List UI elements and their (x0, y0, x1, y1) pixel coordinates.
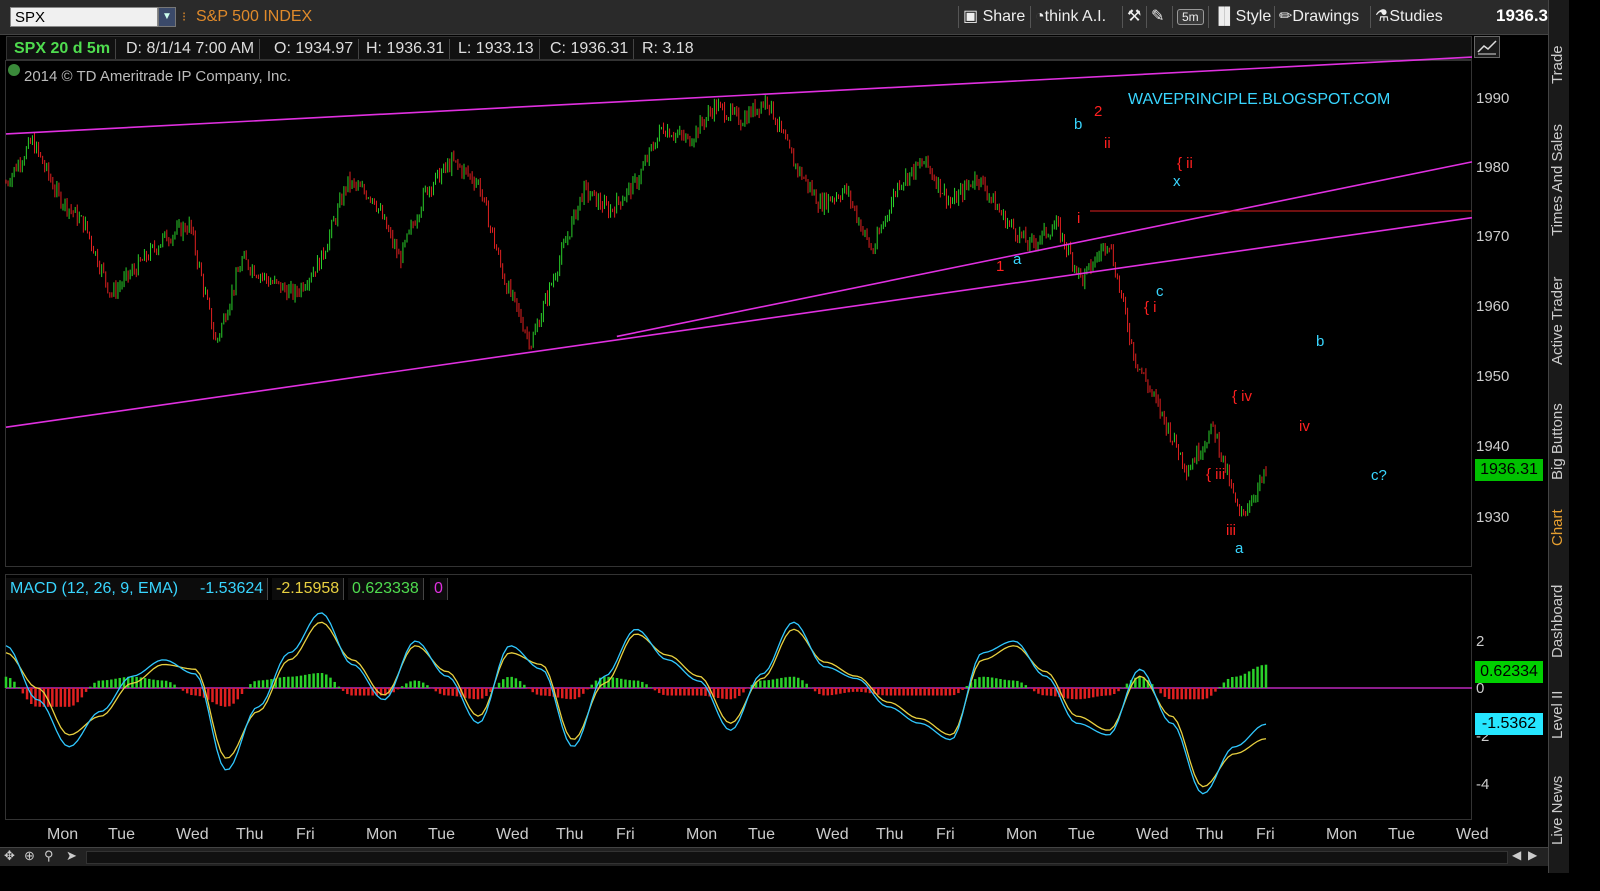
date-tick-10: Mon (686, 826, 718, 843)
bottom-scroll-bar: ✥ ⊕ ⚲ ➤ ◀ ▶ (0, 847, 1548, 866)
date-tick-11: Tue (748, 826, 775, 843)
trendline-2 (616, 161, 1473, 338)
date-tick-19: Fri (1256, 826, 1275, 843)
date-tick-22: Wed (1456, 826, 1489, 843)
wave-label-i-small: i (1077, 210, 1081, 227)
scroll-left-icon[interactable]: ◀ (1512, 848, 1521, 862)
price-tick: 1950 (1476, 368, 1510, 385)
macd-diff-box: 0.62334 (1475, 661, 1543, 683)
date-tick-0: Mon (47, 826, 79, 843)
wave-label-c1: c (1156, 283, 1164, 300)
wave-label-i-brace: { i (1144, 299, 1157, 316)
horizontal-scrollbar[interactable] (86, 851, 1508, 864)
current-price-label: 1936.31 (1475, 459, 1543, 481)
wave-label-b1: b (1074, 116, 1083, 133)
wave-label-1: 1 (996, 258, 1005, 275)
zoom-in-icon[interactable]: ⊕ (24, 848, 35, 864)
date-tick-16: Tue (1068, 826, 1095, 843)
price-tick: 1940 (1476, 438, 1510, 455)
macd-value-box: -1.5362 (1475, 713, 1543, 735)
date-tick-21: Tue (1388, 826, 1415, 843)
price-tick: 1930 (1476, 509, 1510, 526)
tab-big-buttons[interactable]: Big Buttons (1549, 392, 1569, 492)
price-tick: 1980 (1476, 159, 1510, 176)
macd-tick: 2 (1476, 633, 1485, 650)
macd-avg-line (5, 621, 1267, 788)
chart-canvas (4, 56, 1473, 795)
cursor-icon[interactable]: ➤ (66, 848, 77, 864)
macd-histogram (4, 664, 1268, 707)
macd-diff-value: 0.623338 (348, 578, 424, 600)
date-tick-13: Thu (876, 826, 904, 843)
tab-trade[interactable]: Trade (1549, 30, 1569, 100)
date-tick-18: Thu (1196, 826, 1224, 843)
date-tick-1: Tue (108, 826, 135, 843)
tab-active-trader[interactable]: Active Trader (1549, 262, 1569, 380)
wave-label-ii-brace: { ii (1177, 155, 1193, 172)
date-tick-3: Thu (236, 826, 264, 843)
wave-label-2: 2 (1094, 103, 1103, 120)
date-tick-9: Fri (616, 826, 635, 843)
wave-label-a1: a (1013, 251, 1022, 268)
macd-zero-value: 0 (430, 578, 448, 600)
wave-label-iv-brace: { iv (1232, 388, 1253, 405)
wave-label-b2: b (1316, 333, 1325, 350)
wave-label-x: x (1173, 173, 1181, 190)
date-tick-12: Wed (816, 826, 849, 843)
macd-line (5, 612, 1267, 795)
date-tick-14: Fri (936, 826, 955, 843)
macd-tick: -4 (1476, 776, 1490, 793)
wave-label-iii-brace: { iii (1206, 466, 1226, 483)
macd-avg-value: -2.15958 (272, 578, 345, 600)
date-tick-4: Fri (296, 826, 315, 843)
date-tick-20: Mon (1326, 826, 1358, 843)
macd-value: -1.53624 (196, 578, 269, 600)
date-tick-17: Wed (1136, 826, 1169, 843)
scroll-right-icon[interactable]: ▶ (1528, 848, 1537, 862)
date-tick-2: Wed (176, 826, 209, 843)
wave-label-a2: a (1235, 540, 1244, 557)
tab-dashboard[interactable]: Dashboard (1549, 572, 1569, 670)
wave-label-c-question: c? (1371, 467, 1387, 484)
macd-study-label[interactable]: MACD (12, 26, 9, EMA) (6, 578, 197, 600)
price-tick: 1960 (1476, 298, 1510, 315)
wave-label-ii: ii (1104, 135, 1111, 152)
right-tab-strip: Trade Times And Sales Active Trader Big … (1548, 0, 1569, 873)
pan-icon[interactable]: ✥ (4, 848, 15, 864)
price-tick: 1970 (1476, 228, 1510, 245)
wave-label-iii: iii (1226, 522, 1236, 539)
date-tick-6: Tue (428, 826, 455, 843)
tab-times-and-sales[interactable]: Times And Sales (1549, 110, 1569, 250)
date-tick-5: Mon (366, 826, 398, 843)
wave-label-iv: iv (1299, 418, 1310, 435)
magnifier-icon[interactable]: ⚲ (44, 848, 54, 864)
tab-chart[interactable]: Chart (1549, 500, 1569, 556)
tab-level-ii[interactable]: Level II (1549, 680, 1569, 750)
tab-live-news[interactable]: Live News (1549, 760, 1569, 860)
price-tick: 1990 (1476, 90, 1510, 107)
trendline-1 (5, 216, 1473, 429)
date-tick-15: Mon (1006, 826, 1038, 843)
price-candles (5, 95, 1267, 517)
date-tick-7: Wed (496, 826, 529, 843)
date-tick-8: Thu (556, 826, 584, 843)
